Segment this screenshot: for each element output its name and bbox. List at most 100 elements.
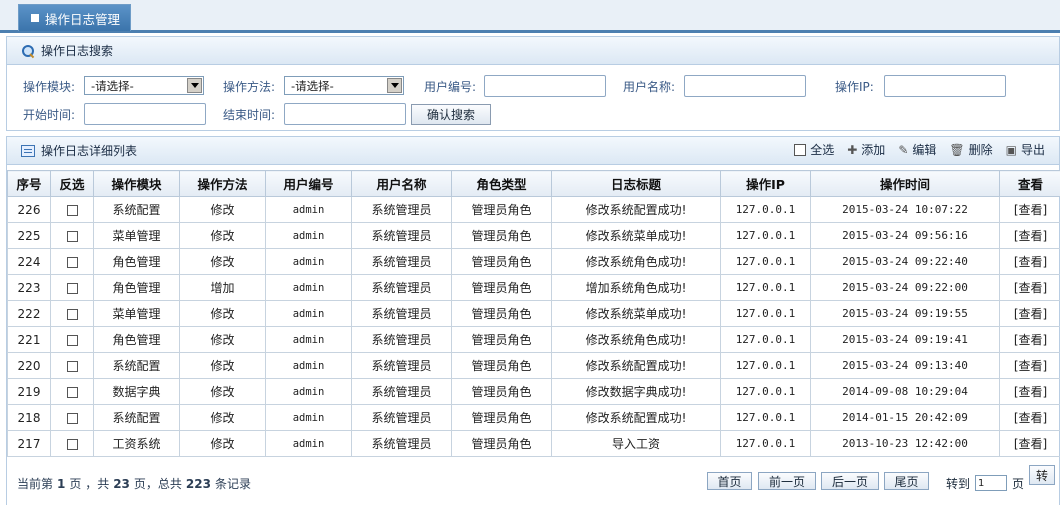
row-method: 修改 xyxy=(179,352,266,379)
row-method: 修改 xyxy=(179,248,266,275)
row-checkbox[interactable] xyxy=(66,204,78,216)
row-user-id: admin xyxy=(265,430,352,457)
view-link[interactable]: [查看] xyxy=(999,248,1060,275)
col-header: 反选 xyxy=(50,170,94,197)
row-module: 数据字典 xyxy=(93,378,180,405)
row-checkbox[interactable] xyxy=(66,438,78,450)
row-user-id: admin xyxy=(265,196,352,223)
edit-button[interactable]: ✎ 编辑 xyxy=(898,141,936,158)
row-checkbox[interactable] xyxy=(66,256,78,268)
pager: 当前第 1 页 ，共 23 页，总共 223 条记录 首页 前一页 后一页 尾页 转到 1 … xyxy=(7,465,1060,499)
row-select xyxy=(50,430,94,457)
col-header: 用户编号 xyxy=(265,170,352,197)
row-module: 角色管理 xyxy=(93,248,180,275)
chevron-down-icon[interactable] xyxy=(187,78,202,93)
user-name-label: 用户名称: xyxy=(623,80,676,94)
view-link[interactable]: [查看] xyxy=(999,352,1060,379)
first-page-button[interactable]: 首页 xyxy=(707,472,752,490)
row-id: 224 xyxy=(7,248,51,275)
row-method: 修改 xyxy=(179,326,266,353)
page-unit-label: 页 xyxy=(1012,477,1025,491)
pager-prefix: 当前第 xyxy=(17,477,54,491)
delete-button[interactable]: 🗑 删除 xyxy=(949,141,992,158)
row-select xyxy=(50,248,94,275)
row-title: 修改系统配置成功! xyxy=(551,404,721,431)
last-page-button[interactable]: 尾页 xyxy=(884,472,929,490)
row-id: 226 xyxy=(7,196,51,223)
row-ip: 127.0.0.1 xyxy=(720,378,811,405)
row-ip: 127.0.0.1 xyxy=(720,274,811,301)
row-role: 管理员角色 xyxy=(451,378,552,405)
row-title: 修改系统角色成功! xyxy=(551,326,721,353)
view-link[interactable]: [查看] xyxy=(999,326,1060,353)
confirm-search-button[interactable]: 确认搜索 xyxy=(411,104,491,125)
total-pages: 23 xyxy=(113,477,130,491)
row-user-name: 系统管理员 xyxy=(351,430,452,457)
col-header: 查看 xyxy=(999,170,1060,197)
pencil-icon: ✎ xyxy=(898,142,909,157)
end-time-input[interactable] xyxy=(284,103,406,125)
row-checkbox[interactable] xyxy=(66,386,78,398)
search-icon xyxy=(21,44,35,58)
row-method: 修改 xyxy=(179,378,266,405)
add-button[interactable]: ✚ 添加 xyxy=(847,141,885,158)
start-time-input[interactable] xyxy=(84,103,206,125)
method-label: 操作方法: xyxy=(223,80,276,94)
checkbox-icon[interactable] xyxy=(794,143,807,156)
row-checkbox[interactable] xyxy=(66,282,78,294)
edit-label: 编辑 xyxy=(912,143,937,157)
view-link[interactable]: [查看] xyxy=(999,404,1060,431)
row-title: 导入工资 xyxy=(551,430,721,457)
row-checkbox[interactable] xyxy=(66,308,78,320)
module-select[interactable]: -请选择- xyxy=(84,76,204,95)
view-link[interactable]: [查看] xyxy=(999,222,1060,249)
row-ip: 127.0.0.1 xyxy=(720,248,811,275)
row-user-name: 系统管理员 xyxy=(351,274,452,301)
row-select xyxy=(50,352,94,379)
row-role: 管理员角色 xyxy=(451,352,552,379)
row-id: 217 xyxy=(7,430,51,457)
row-ip: 127.0.0.1 xyxy=(720,196,811,223)
plus-icon: ✚ xyxy=(847,142,858,157)
row-select xyxy=(50,326,94,353)
table-row: 223 角色管理 增加 admin 系统管理员 管理员角色 增加系统角色成功! 127.0.0… xyxy=(7,274,1060,301)
view-link[interactable]: [查看] xyxy=(999,274,1060,301)
col-header: 用户名称 xyxy=(351,170,452,197)
row-checkbox[interactable] xyxy=(66,230,78,242)
row-id: 221 xyxy=(7,326,51,353)
row-user-id: admin xyxy=(265,326,352,353)
row-user-id: admin xyxy=(265,378,352,405)
row-time: 2015-03-24 09:13:40 xyxy=(810,352,1000,379)
ip-input[interactable] xyxy=(884,75,1006,97)
select-all-checkbox[interactable]: 全选 xyxy=(794,141,834,158)
row-checkbox[interactable] xyxy=(66,412,78,424)
user-id-input[interactable] xyxy=(484,75,606,97)
list-toolbar: 全选 ✚ 添加 ✎ 编辑 🗑 删除 ▣ 导出 xyxy=(794,141,1045,158)
search-panel-header: 操作日志搜索 xyxy=(7,37,1059,65)
go-button[interactable]: 转 xyxy=(1029,465,1055,485)
row-checkbox[interactable] xyxy=(66,334,78,346)
user-name-input[interactable] xyxy=(684,75,806,97)
view-link[interactable]: [查看] xyxy=(999,378,1060,405)
goto-page-input[interactable]: 1 xyxy=(975,475,1007,491)
tab-operation-log[interactable]: 操作日志管理 xyxy=(18,4,132,31)
row-title: 修改系统配置成功! xyxy=(551,352,721,379)
view-link[interactable]: [查看] xyxy=(999,300,1060,327)
search-form: 操作模块: -请选择- 操作方法: -请选择- 用户编号: 用户名称: 操作IP… xyxy=(7,65,1059,131)
list-panel-header: 操作日志详细列表 全选 ✚ 添加 ✎ 编辑 🗑 删除 ▣ 导出 xyxy=(7,137,1059,165)
chevron-down-icon[interactable] xyxy=(387,78,402,93)
prev-page-button[interactable]: 前一页 xyxy=(758,472,816,490)
export-button[interactable]: ▣ 导出 xyxy=(1006,141,1045,158)
row-checkbox[interactable] xyxy=(66,360,78,372)
row-select xyxy=(50,222,94,249)
row-time: 2015-03-24 10:07:22 xyxy=(810,196,1000,223)
view-link[interactable]: [查看] xyxy=(999,196,1060,223)
table-row: 220 系统配置 修改 admin 系统管理员 管理员角色 修改系统配置成功! 127.0.0… xyxy=(7,352,1060,379)
row-method: 增加 xyxy=(179,274,266,301)
row-role: 管理员角色 xyxy=(451,248,552,275)
row-user-name: 系统管理员 xyxy=(351,378,452,405)
next-page-button[interactable]: 后一页 xyxy=(821,472,879,490)
method-select[interactable]: -请选择- xyxy=(284,76,404,95)
pager-mid1: 页 ，共 xyxy=(69,477,110,491)
view-link[interactable]: [查看] xyxy=(999,430,1060,457)
